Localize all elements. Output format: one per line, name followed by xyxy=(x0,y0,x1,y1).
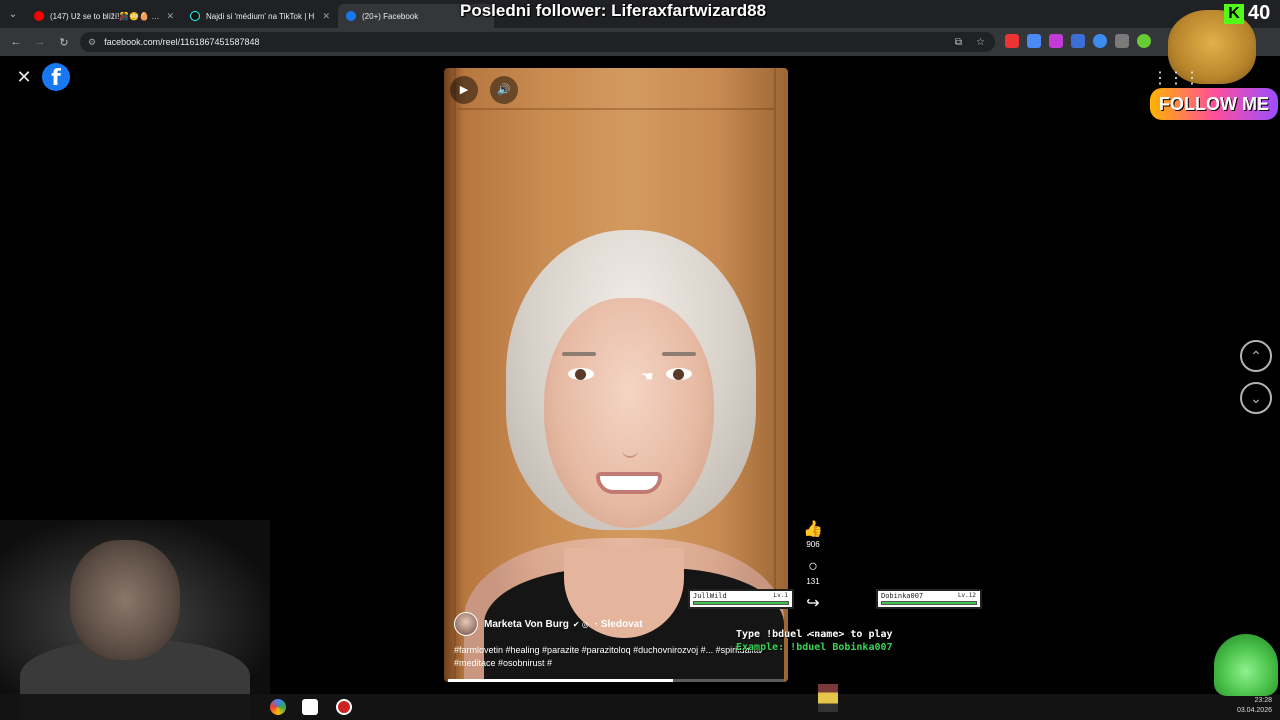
pixel-tree-sprite xyxy=(1214,634,1278,696)
reload-icon[interactable]: ↻ xyxy=(52,36,76,49)
player-hp-card: Dobinka007 Lv.12 xyxy=(876,589,982,609)
close-icon[interactable]: ✕ xyxy=(12,65,36,89)
previous-reel-button[interactable]: ⌃ xyxy=(1240,340,1272,372)
bookmark-star-icon[interactable]: ☆ xyxy=(976,37,985,48)
verified-icon: ✔ ◎ xyxy=(572,619,589,629)
share-button[interactable]: ↪ xyxy=(800,594,826,614)
comment-count: 131 xyxy=(806,577,820,586)
share-icon: ↪ xyxy=(806,595,820,612)
avatar[interactable] xyxy=(454,612,478,636)
author-name[interactable]: Marketa Von Burg xyxy=(484,619,569,630)
hp-bar-fill xyxy=(694,602,788,604)
duel-instructions: Type !bduel <name> to play Example: !bdu… xyxy=(736,628,893,654)
comment-icon: ○ xyxy=(808,558,818,575)
tiktok-icon xyxy=(190,11,200,21)
like-icon: 👍 xyxy=(803,521,823,538)
clock-time: 23:28 xyxy=(1254,697,1272,704)
chrome-icon[interactable] xyxy=(270,699,286,715)
tab-title: Najdi si 'médium' na TikTok | H xyxy=(206,11,315,21)
like-button[interactable]: 👍 906 xyxy=(800,520,826,549)
extension-icon[interactable] xyxy=(1027,34,1041,48)
reel-caption: #farmlovetin #healing #parazite #parazit… xyxy=(454,645,762,668)
player-level: Lv.12 xyxy=(957,592,976,599)
duel-line-2: Example: !bduel Bobinka007 xyxy=(736,642,893,653)
extension-icon[interactable] xyxy=(1049,34,1063,48)
player-level: Lv.1 xyxy=(773,592,788,599)
tab-tiktok[interactable]: Najdi si 'médium' na TikTok | H ✕ xyxy=(182,4,338,28)
toolbar: ← → ↻ ⚙ facebook.com/reel/11618674515878… xyxy=(0,28,1280,56)
duel-line-1: Type !bduel <name> to play xyxy=(736,629,893,640)
hand-cursor-icon: ☚ xyxy=(641,368,654,384)
hp-bar-fill xyxy=(882,602,976,604)
kick-logo: K xyxy=(1224,4,1244,24)
address-bar[interactable]: ⚙ facebook.com/reel/1161867451587848 ⧉ ☆ xyxy=(80,32,995,52)
tab-youtube[interactable]: (147) Už se to blíží!🎊😳🥚 #co ✕ xyxy=(26,4,182,28)
follow-button[interactable]: · Sledovat xyxy=(595,619,643,630)
person-eye xyxy=(666,368,692,380)
follow-me-banner: FOLLOW ME xyxy=(1150,88,1278,120)
extension-icon[interactable] xyxy=(1093,34,1107,48)
door-frame-line xyxy=(458,108,774,110)
hp-bar xyxy=(881,601,977,605)
streamer-head xyxy=(70,540,180,660)
kick-follower-count: 40 xyxy=(1248,2,1271,24)
extension-icon[interactable] xyxy=(1115,34,1129,48)
person-brow xyxy=(562,352,596,356)
player-name: JullWild xyxy=(693,592,727,600)
person-brow xyxy=(662,352,696,356)
extension-icon[interactable] xyxy=(1071,34,1085,48)
clock-date: 03.04.2026 xyxy=(1236,707,1272,714)
video-progress-fill xyxy=(448,679,674,682)
extension-icon[interactable] xyxy=(1005,34,1019,48)
facebook-logo[interactable]: f xyxy=(42,63,70,91)
volume-icon[interactable]: 🔊 xyxy=(490,76,518,104)
player-hp-card: JullWild Lv.1 xyxy=(688,589,794,609)
install-icon[interactable]: ⧉ xyxy=(955,37,962,48)
next-reel-button[interactable]: ⌄ xyxy=(1240,382,1272,414)
obs-icon[interactable] xyxy=(336,699,352,715)
close-tab-icon[interactable]: ✕ xyxy=(322,11,330,22)
taskbar: 23:28 03.04.2026 xyxy=(0,694,1280,720)
person-mouth xyxy=(596,472,662,494)
close-tab-icon[interactable]: ✕ xyxy=(166,11,174,22)
extensions-area xyxy=(1005,34,1151,48)
site-info-icon[interactable]: ⚙ xyxy=(88,37,96,48)
person-nose xyxy=(622,438,638,458)
hp-bar xyxy=(693,601,789,605)
reel-author: Marketa Von Burg ✔ ◎ · Sledovat xyxy=(454,612,643,636)
url-text: facebook.com/reel/1161867451587848 xyxy=(104,37,260,47)
forward-icon[interactable]: → xyxy=(28,36,52,48)
system-clock: 23:28 03.04.2026 xyxy=(1237,696,1272,716)
play-icon[interactable]: ▶ xyxy=(450,76,478,104)
tab-search-icon[interactable]: ⌄ xyxy=(0,0,26,28)
video-progress-bar[interactable] xyxy=(448,679,784,682)
last-follower-overlay: Posledni follower: Liferaxfartwizard88 xyxy=(460,1,767,20)
tab-title: (147) Už se to blíží!🎊😳🥚 #co xyxy=(50,11,161,21)
pixel-character-sprite xyxy=(818,684,838,712)
grid-icon[interactable]: ⋮⋮⋮ xyxy=(1152,68,1200,88)
player-name: Dobinka007 xyxy=(881,592,924,600)
like-count: 906 xyxy=(806,540,820,549)
youtube-icon xyxy=(34,11,44,21)
back-icon[interactable]: ← xyxy=(4,36,28,48)
door-frame-line xyxy=(454,68,456,682)
capcut-icon[interactable] xyxy=(302,699,318,715)
facebook-icon xyxy=(346,11,356,21)
extension-icon[interactable] xyxy=(1137,34,1151,48)
person-eye xyxy=(568,368,594,380)
comment-button[interactable]: ○ 131 xyxy=(800,557,826,586)
